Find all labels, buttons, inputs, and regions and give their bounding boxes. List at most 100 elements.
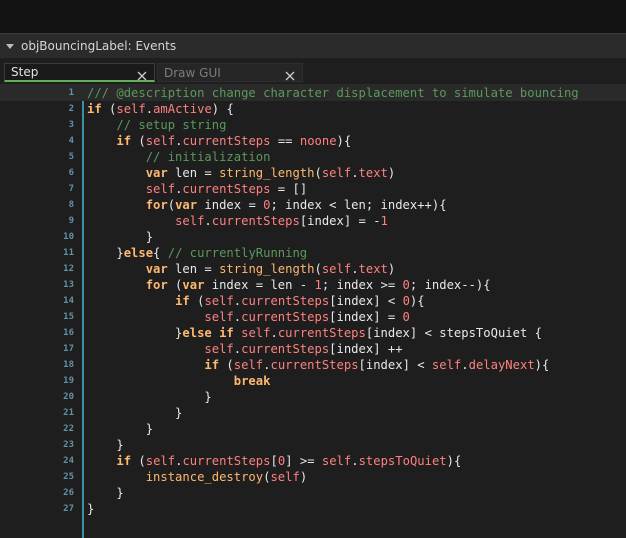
code-line[interactable]: 9 self.currentSteps[index] = -1 <box>0 213 626 229</box>
code-line[interactable]: 16 }else if self.currentSteps[index] < s… <box>0 325 626 341</box>
code-line[interactable]: 23 } <box>0 437 626 453</box>
code-text[interactable]: }else{ // currentlyRunning <box>87 245 307 261</box>
code-line[interactable]: 5 // initialization <box>0 149 626 165</box>
code-token: ( <box>314 166 322 180</box>
code-text[interactable]: // setup string <box>87 117 226 133</box>
code-token: else if <box>182 326 234 340</box>
code-token: [ <box>270 454 278 468</box>
code-text[interactable]: } <box>87 437 123 453</box>
line-number: 25 <box>63 472 74 482</box>
code-token: self <box>145 182 176 196</box>
code-line[interactable]: 3 // setup string <box>0 117 626 133</box>
code-text[interactable]: } <box>87 485 123 501</box>
code-text[interactable]: } <box>87 229 153 245</box>
code-text[interactable]: self.currentSteps = [] <box>87 181 307 197</box>
code-editor[interactable]: > 1/// @description change character dis… <box>0 85 626 538</box>
code-line[interactable]: 4 if (self.currentSteps == noone){ <box>0 133 626 149</box>
code-text[interactable]: }else if self.currentSteps[index] < step… <box>87 325 542 341</box>
code-token: else <box>123 246 154 260</box>
code-text[interactable]: if (self.currentSteps == noone){ <box>87 133 351 149</box>
code-token: } <box>87 246 124 260</box>
code-text[interactable]: if (self.currentSteps[index] < 0){ <box>87 293 425 309</box>
collapse-triangle-icon[interactable] <box>5 41 15 51</box>
code-token: currentSteps <box>182 134 271 148</box>
line-number: 27 <box>63 504 74 514</box>
code-token: [index] < <box>329 294 403 308</box>
tab-step[interactable]: Step <box>4 63 155 82</box>
code-text[interactable]: // initialization <box>87 149 271 165</box>
code-token: index = <box>197 198 264 212</box>
code-token: . <box>461 358 469 372</box>
code-line[interactable]: 12 var len = string_length(self.text) <box>0 261 626 277</box>
code-text[interactable]: break <box>87 373 271 389</box>
code-token: self <box>204 294 234 308</box>
code-line[interactable]: 27} <box>0 501 626 517</box>
code-token: ( <box>131 134 146 148</box>
code-line[interactable]: 6 var len = string_length(self.text) <box>0 165 626 181</box>
code-line[interactable]: 1 /// @description change character displ… <box>0 85 626 101</box>
code-text[interactable]: var len = string_length(self.text) <box>87 165 396 181</box>
code-line[interactable]: 10 } <box>0 229 626 245</box>
code-line[interactable]: 24 if (self.currentSteps[0] >= self.step… <box>0 453 626 469</box>
line-number: 8 <box>68 200 74 210</box>
code-line[interactable]: 25 instance_destroy(self) <box>0 469 626 485</box>
code-token: for <box>145 278 168 292</box>
code-line[interactable]: 18 if (self.currentSteps[index] < self.d… <box>0 357 626 373</box>
code-line[interactable]: 7 self.currentSteps = [] <box>0 181 626 197</box>
line-number: 18 <box>63 360 74 370</box>
code-line[interactable]: 14 if (self.currentSteps[index] < 0){ <box>0 293 626 309</box>
line-number: 13 <box>63 280 74 290</box>
code-text[interactable]: } <box>87 389 212 405</box>
code-token: if <box>87 102 102 116</box>
window-title: objBouncingLabel: Events <box>21 39 177 53</box>
code-line[interactable]: 22 } <box>0 421 626 437</box>
code-text[interactable]: self.currentSteps[index] = 0 <box>87 309 409 325</box>
code-text[interactable]: if (self.currentSteps[index] < self.dela… <box>87 357 549 373</box>
code-token: . <box>351 166 359 180</box>
code-token: . <box>233 310 242 324</box>
events-title-bar[interactable]: objBouncingLabel: Events <box>0 33 626 58</box>
code-token: } <box>87 406 183 420</box>
code-text[interactable]: instance_destroy(self) <box>87 469 307 485</box>
line-number: 24 <box>63 456 74 466</box>
line-number: 5 <box>68 152 74 162</box>
code-lines[interactable]: 1 /// @description change character displ… <box>0 85 626 517</box>
code-token: ; index < len; index++){ <box>270 198 447 212</box>
code-token: self <box>241 326 271 340</box>
tab-draw-gui[interactable]: Draw GUI <box>157 63 303 82</box>
code-line[interactable]: 20 } <box>0 389 626 405</box>
code-text[interactable]: } <box>87 421 153 437</box>
code-text[interactable]: var len = string_length(self.text) <box>87 261 396 277</box>
code-text[interactable]: } <box>87 501 94 517</box>
code-line[interactable]: 8 for(var index = 0; index < len; index+… <box>0 197 626 213</box>
code-text[interactable]: for (var index = len - 1; index >= 0; in… <box>87 277 491 293</box>
code-line[interactable]: 11 }else{ // currentlyRunning <box>0 245 626 261</box>
code-token: } <box>87 390 212 404</box>
code-token: ){ <box>446 454 462 468</box>
code-line[interactable]: 19 break <box>0 373 626 389</box>
code-text[interactable]: self.currentSteps[index] ++ <box>87 341 402 357</box>
code-text[interactable]: } <box>87 405 182 421</box>
code-line[interactable]: 21 } <box>0 405 626 421</box>
line-number: 12 <box>63 264 74 274</box>
code-line[interactable]: 15 self.currentSteps[index] = 0 <box>0 309 626 325</box>
code-text[interactable]: self.currentSteps[index] = -1 <box>87 213 388 229</box>
line-number: 11 <box>63 248 74 258</box>
code-line[interactable]: 26 } <box>0 485 626 501</box>
close-icon[interactable] <box>136 67 148 81</box>
code-text[interactable]: for(var index = 0; index < len; index++)… <box>87 197 447 213</box>
line-number: 26 <box>63 488 74 498</box>
code-token: [index] < <box>358 358 432 372</box>
code-line[interactable]: 2 if (self.amActive) { <box>0 101 626 117</box>
code-line[interactable]: 17 self.currentSteps[index] ++ <box>0 341 626 357</box>
code-token: ; index >= <box>321 278 403 292</box>
close-icon[interactable] <box>284 67 296 81</box>
code-text[interactable]: if (self.amActive) { <box>87 101 234 117</box>
code-line[interactable]: 13 for (var index = len - 1; index >= 0;… <box>0 277 626 293</box>
code-text[interactable]: /// @description change character displa… <box>87 85 579 101</box>
code-token: var <box>145 166 168 180</box>
code-text[interactable]: if (self.currentSteps[0] >= self.stepsTo… <box>87 453 461 469</box>
